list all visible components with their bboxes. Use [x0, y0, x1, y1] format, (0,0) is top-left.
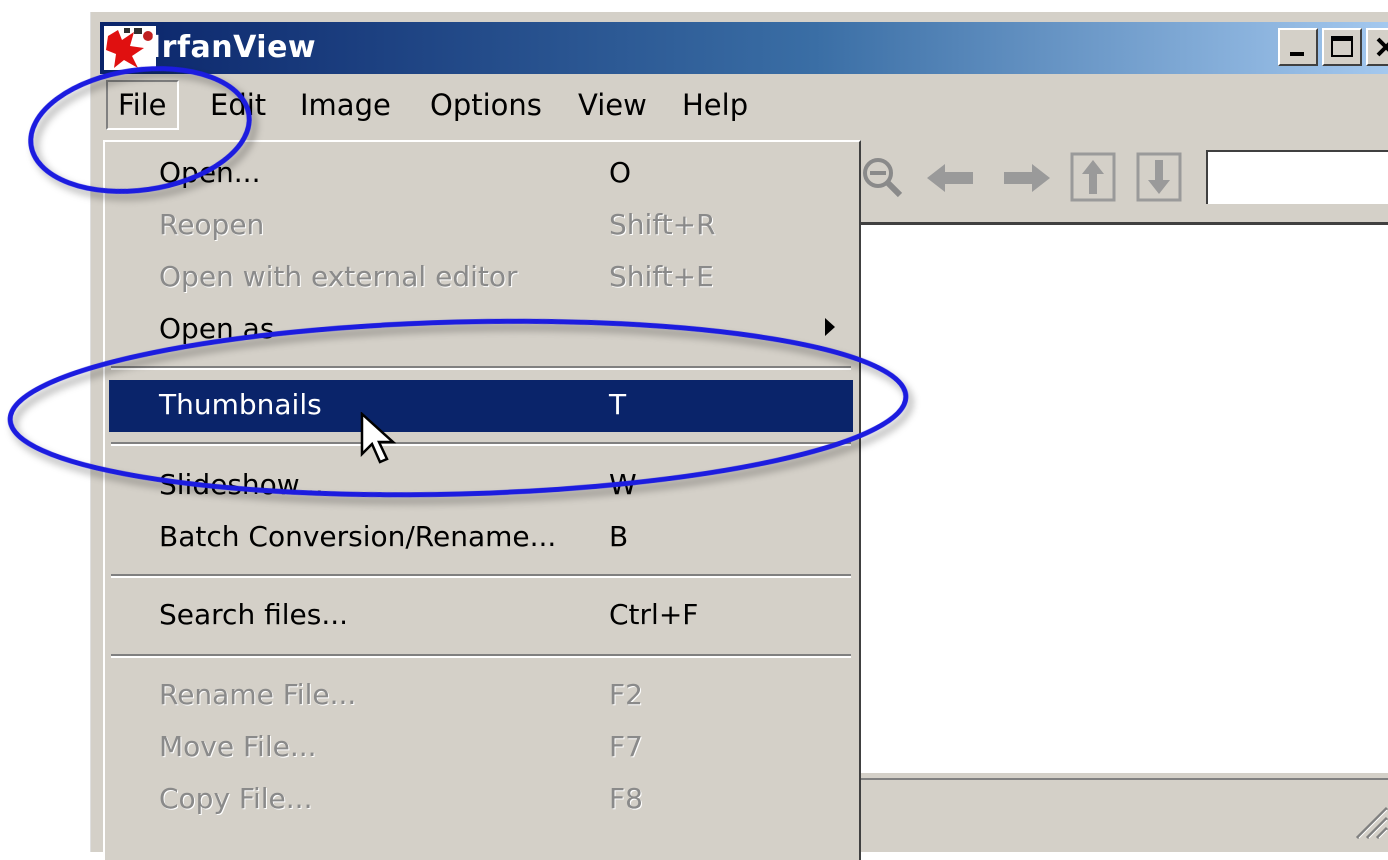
title-bar[interactable]: IrfanView	[100, 22, 1388, 74]
menu-edit[interactable]: Edit	[210, 88, 266, 122]
menu-item-label: Thumbnails	[159, 388, 322, 421]
menu-item-search-files[interactable]: Search files... Ctrl+F	[109, 590, 853, 642]
menu-separator	[111, 654, 851, 658]
close-button[interactable]	[1366, 28, 1388, 66]
menu-item-slideshow[interactable]: Slideshow... W	[109, 460, 853, 512]
menu-help[interactable]: Help	[682, 88, 748, 122]
menu-item-shortcut: T	[609, 388, 627, 421]
page-background	[0, 0, 88, 837]
menu-bar: File Edit Image Options View Help	[100, 78, 1388, 136]
file-menu-dropdown: Open... O Reopen Shift+R Open with exter…	[103, 140, 861, 860]
menu-item-batch-conversion[interactable]: Batch Conversion/Rename... B	[109, 512, 853, 564]
status-bar	[855, 778, 1388, 850]
resize-grip-icon[interactable]	[1349, 790, 1388, 840]
irfanview-app-icon	[104, 26, 156, 70]
menu-item-open-external-editor[interactable]: Open with external editor Shift+E	[109, 252, 853, 304]
menu-item-move-file[interactable]: Move File... F7	[109, 722, 853, 774]
menu-file[interactable]: File	[106, 80, 179, 130]
arrow-right-icon[interactable]	[1000, 160, 1052, 196]
menu-separator	[111, 574, 851, 578]
menu-item-shortcut: W	[609, 468, 637, 501]
menu-item-shortcut: Shift+E	[609, 260, 714, 293]
menu-separator	[111, 442, 851, 446]
maximize-icon	[1331, 36, 1353, 57]
menu-image[interactable]: Image	[300, 88, 391, 122]
menu-item-label: Open with external editor	[159, 260, 518, 293]
menu-item-shortcut: B	[609, 520, 629, 553]
minimize-icon	[1290, 52, 1304, 56]
menu-item-shortcut: F2	[609, 678, 643, 711]
arrow-left-icon[interactable]	[925, 160, 977, 196]
arrow-down-icon[interactable]	[1136, 152, 1182, 202]
menu-options[interactable]: Options	[430, 88, 542, 122]
menu-item-label: Search files...	[159, 598, 349, 631]
menu-item-shortcut: Shift+R	[609, 208, 716, 241]
close-icon	[1376, 37, 1388, 57]
mouse-cursor-icon	[360, 412, 397, 464]
menu-item-reopen[interactable]: Reopen Shift+R	[109, 200, 853, 252]
menu-item-label: Rename File...	[159, 678, 357, 711]
menu-view[interactable]: View	[578, 88, 647, 122]
submenu-arrow-icon	[825, 318, 835, 336]
menu-item-open[interactable]: Open... O	[109, 148, 853, 200]
image-canvas[interactable]	[855, 222, 1388, 773]
maximize-button[interactable]	[1322, 28, 1362, 66]
menu-item-shortcut: F8	[609, 782, 643, 815]
menu-item-label: Open as	[159, 312, 275, 345]
zoom-out-icon[interactable]	[860, 155, 906, 201]
arrow-up-icon[interactable]	[1070, 152, 1116, 202]
menu-item-shortcut: F7	[609, 730, 643, 763]
menu-item-copy-file[interactable]: Copy File... F8	[109, 774, 853, 826]
menu-separator	[111, 366, 851, 370]
menu-item-open-as[interactable]: Open as	[109, 304, 853, 356]
menu-item-thumbnails[interactable]: Thumbnails T	[109, 380, 853, 432]
toolbar-input[interactable]	[1206, 150, 1388, 204]
menu-item-shortcut: O	[609, 156, 632, 189]
menu-item-label: Slideshow...	[159, 468, 324, 501]
menu-item-label: Batch Conversion/Rename...	[159, 520, 557, 553]
menu-item-rename-file[interactable]: Rename File... F2	[109, 670, 853, 722]
menu-item-shortcut: Ctrl+F	[609, 598, 699, 631]
minimize-button[interactable]	[1278, 28, 1318, 66]
menu-item-label: Move File...	[159, 730, 317, 763]
menu-item-label: Reopen	[159, 208, 265, 241]
window-title: IrfanView	[150, 30, 317, 65]
menu-item-label: Open...	[159, 156, 261, 189]
menu-item-label: Copy File...	[159, 782, 313, 815]
